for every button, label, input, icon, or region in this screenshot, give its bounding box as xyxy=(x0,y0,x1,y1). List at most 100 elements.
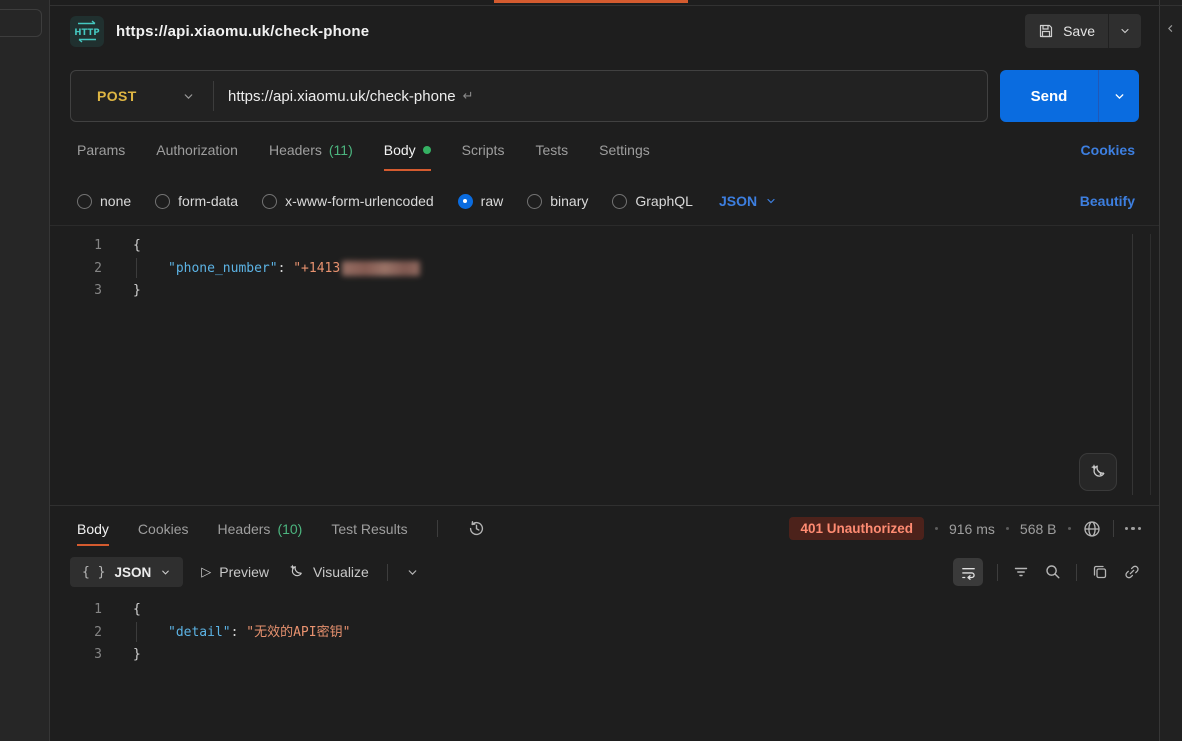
request-title: https://api.xiaomu.uk/check-phone xyxy=(116,23,369,40)
save-button[interactable]: Save xyxy=(1025,14,1108,48)
network-info-button[interactable] xyxy=(1082,519,1102,539)
radio-none[interactable]: none xyxy=(77,193,131,209)
globe-icon xyxy=(1082,519,1102,539)
save-button-label: Save xyxy=(1063,23,1095,39)
response-body-editor[interactable]: 1 { 2 "detail": "无效的API密钥" 3 } xyxy=(50,593,1159,741)
response-tab-cookies[interactable]: Cookies xyxy=(138,521,189,537)
method-select[interactable]: POST xyxy=(71,88,213,104)
response-tools xyxy=(953,558,1141,586)
radio-x-www-form-urlencoded[interactable]: x-www-form-urlencoded xyxy=(262,193,434,209)
radio-circle xyxy=(527,194,542,209)
postbot-button[interactable] xyxy=(1079,453,1117,491)
radio-raw[interactable]: raw xyxy=(458,193,504,209)
indent-guide xyxy=(136,622,168,642)
save-icon xyxy=(1038,23,1054,39)
request-header: HTTP https://api.xiaomu.uk/check-phone S… xyxy=(50,0,1159,62)
code-line: 3 } xyxy=(50,644,1159,667)
dot-separator xyxy=(1006,527,1009,530)
link-icon xyxy=(1123,563,1141,581)
body-mode-row: none form-data x-www-form-urlencoded raw… xyxy=(50,177,1159,225)
more-options-icon[interactable] xyxy=(1125,527,1142,531)
chevron-down-icon xyxy=(1119,25,1131,37)
tab-scripts[interactable]: Scripts xyxy=(462,142,505,158)
code-line: 1 { xyxy=(50,599,1159,622)
code-line: 3 } xyxy=(50,280,1159,303)
workspace-main: HTTP https://api.xiaomu.uk/check-phone S… xyxy=(50,0,1159,741)
code-line: 2 "phone_number": "+1413 xyxy=(50,258,1159,281)
response-format-select[interactable]: { } JSON xyxy=(70,557,183,587)
send-button[interactable]: Send xyxy=(1000,70,1098,122)
editor-scrollbar[interactable] xyxy=(1132,234,1133,495)
body-modified-dot xyxy=(423,146,431,154)
chevron-down-icon xyxy=(182,90,195,103)
request-tabs: Params Authorization Headers(11) Body Sc… xyxy=(50,122,1159,177)
response-tab-body[interactable]: Body xyxy=(77,521,109,537)
tab-body[interactable]: Body xyxy=(384,142,431,158)
expand-toolbar-button[interactable] xyxy=(406,566,419,579)
send-options-button[interactable] xyxy=(1099,70,1139,122)
response-size[interactable]: 568 B xyxy=(1020,521,1057,537)
line-number: 2 xyxy=(50,622,102,645)
url-input-box: POST https://api.xiaomu.uk/check-phone ↵ xyxy=(70,70,988,122)
code-line: 2 "detail": "无效的API密钥" xyxy=(50,622,1159,645)
collapse-panel-arrow-icon[interactable] xyxy=(1166,24,1175,33)
enter-hint-glyph: ↵ xyxy=(463,88,474,104)
response-toolbar: { } JSON ▷ Preview Visualize xyxy=(50,551,1159,593)
method-label: POST xyxy=(97,88,137,104)
postbot-sparkle-icon xyxy=(1088,462,1108,482)
copy-icon xyxy=(1091,563,1109,581)
radio-circle xyxy=(77,194,92,209)
search-button[interactable] xyxy=(1044,563,1062,581)
tab-settings[interactable]: Settings xyxy=(599,142,650,158)
chevron-down-icon xyxy=(406,566,419,579)
response-tabs: Body Cookies Headers(10) Test Results 40… xyxy=(50,506,1159,551)
dot-separator xyxy=(935,527,938,530)
divider xyxy=(387,564,388,581)
dot-separator xyxy=(1068,527,1071,530)
search-icon xyxy=(1044,563,1062,581)
url-input[interactable]: https://api.xiaomu.uk/check-phone xyxy=(228,88,456,105)
status-badge[interactable]: 401 Unauthorized xyxy=(789,517,924,540)
radio-form-data[interactable]: form-data xyxy=(155,193,238,209)
save-options-button[interactable] xyxy=(1109,14,1141,48)
radio-graphql[interactable]: GraphQL xyxy=(612,193,693,209)
send-button-label: Send xyxy=(1031,88,1068,105)
save-split-button: Save xyxy=(1025,14,1141,48)
wrap-text-button[interactable] xyxy=(953,558,983,586)
send-split-button: Send xyxy=(1000,70,1139,122)
radio-circle xyxy=(612,194,627,209)
divider xyxy=(1113,520,1114,537)
request-body-editor[interactable]: 1 { 2 "phone_number": "+1413 3 } xyxy=(50,225,1159,505)
chevron-down-icon xyxy=(1113,90,1126,103)
request-url-bar: POST https://api.xiaomu.uk/check-phone ↵… xyxy=(70,70,1139,122)
preview-button[interactable]: ▷ Preview xyxy=(201,564,269,580)
copy-button[interactable] xyxy=(1091,563,1109,581)
sidebar-collapsed-control[interactable] xyxy=(0,9,42,37)
beautify-link[interactable]: Beautify xyxy=(1080,193,1135,209)
tab-authorization[interactable]: Authorization xyxy=(156,142,238,158)
response-headers-count: (10) xyxy=(277,521,302,537)
chevron-down-icon xyxy=(765,195,777,207)
share-link-button[interactable] xyxy=(1123,563,1141,581)
divider xyxy=(997,564,998,581)
filter-button[interactable] xyxy=(1012,563,1030,581)
radio-circle-selected xyxy=(458,194,473,209)
visualize-button[interactable]: Visualize xyxy=(287,563,369,581)
cookies-link[interactable]: Cookies xyxy=(1081,142,1135,158)
response-history-button[interactable] xyxy=(467,519,486,538)
http-request-icon: HTTP xyxy=(70,16,104,47)
response-time[interactable]: 916 ms xyxy=(949,521,995,537)
tab-tests[interactable]: Tests xyxy=(535,142,568,158)
play-outline-icon: ▷ xyxy=(201,564,211,580)
http-badge-text: HTTP xyxy=(74,28,99,38)
line-number: 3 xyxy=(50,644,102,667)
json-key: "detail" xyxy=(168,625,231,640)
response-section: Body Cookies Headers(10) Test Results 40… xyxy=(50,505,1159,741)
raw-language-select[interactable]: JSON xyxy=(719,193,777,209)
response-tab-test-results[interactable]: Test Results xyxy=(331,521,407,537)
radio-binary[interactable]: binary xyxy=(527,193,588,209)
chevron-down-icon xyxy=(160,567,171,578)
tab-headers[interactable]: Headers(11) xyxy=(269,142,353,158)
tab-params[interactable]: Params xyxy=(77,142,125,158)
response-tab-headers[interactable]: Headers(10) xyxy=(218,521,303,537)
